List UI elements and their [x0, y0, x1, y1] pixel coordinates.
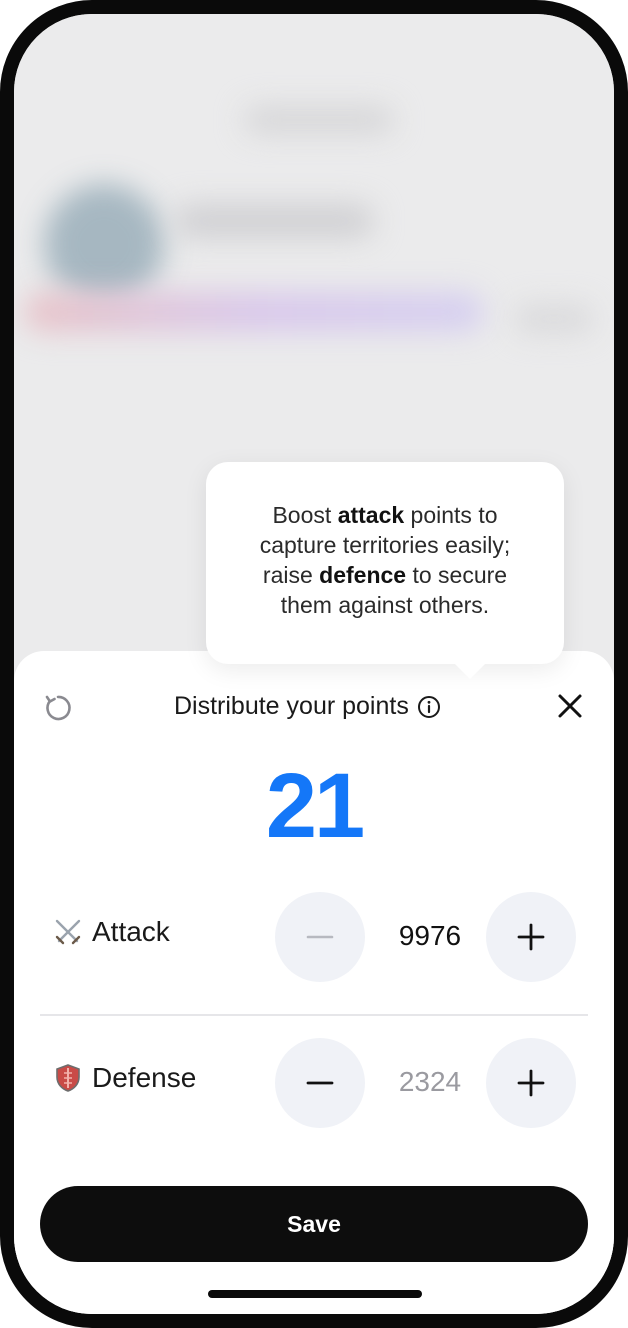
plus-icon	[517, 1069, 545, 1097]
refresh-icon	[45, 695, 71, 721]
defense-label: Defense	[52, 1062, 196, 1094]
blurred-avatar	[44, 184, 164, 304]
save-button[interactable]: Save	[40, 1186, 588, 1262]
attack-plus-button[interactable]	[486, 892, 576, 982]
defense-row: Defense 2324	[40, 1038, 588, 1128]
sheet-title: Distribute your points	[174, 692, 441, 721]
points-remaining: 21	[265, 755, 365, 857]
attack-value: 9976	[398, 920, 462, 951]
blurred-progress-bar	[24, 292, 484, 332]
attack-label: Attack	[52, 916, 170, 948]
attack-row: Attack 9976	[40, 892, 588, 982]
minus-icon	[306, 935, 334, 939]
shield-icon	[56, 1064, 80, 1092]
tooltip-line-1: Boost attack points to	[272, 502, 498, 528]
home-indicator[interactable]	[208, 1290, 422, 1298]
close-icon	[558, 694, 582, 718]
defense-plus-button[interactable]	[486, 1038, 576, 1128]
row-divider	[40, 1014, 588, 1016]
refresh-button[interactable]	[40, 690, 76, 726]
tooltip-arrow	[454, 663, 486, 679]
attack-minus-button[interactable]	[275, 892, 365, 982]
tooltip-line-4: them against others.	[280, 592, 490, 618]
plus-icon	[517, 923, 545, 951]
sheet-header: Distribute your points	[14, 686, 614, 730]
blurred-text	[174, 204, 374, 238]
title-text: Distribute your points	[174, 692, 409, 720]
blurred-badge	[514, 304, 594, 334]
defense-value: 2324	[398, 1066, 462, 1097]
info-tooltip: Boost attack points to capture territori…	[206, 462, 564, 679]
defense-minus-button[interactable]	[275, 1038, 365, 1128]
crossed-swords-icon	[55, 919, 81, 945]
tooltip-line-3: raise defence to secure	[262, 562, 508, 588]
close-button[interactable]	[552, 688, 588, 724]
phone-frame: Boost attack points to capture territori…	[0, 0, 628, 1328]
info-icon[interactable]	[417, 695, 441, 719]
minus-icon	[306, 1081, 334, 1085]
attack-label-text: Attack	[92, 916, 170, 947]
blurred-title	[244, 106, 394, 134]
tooltip-line-2: capture territories easily;	[259, 532, 511, 558]
defense-label-text: Defense	[92, 1062, 197, 1093]
